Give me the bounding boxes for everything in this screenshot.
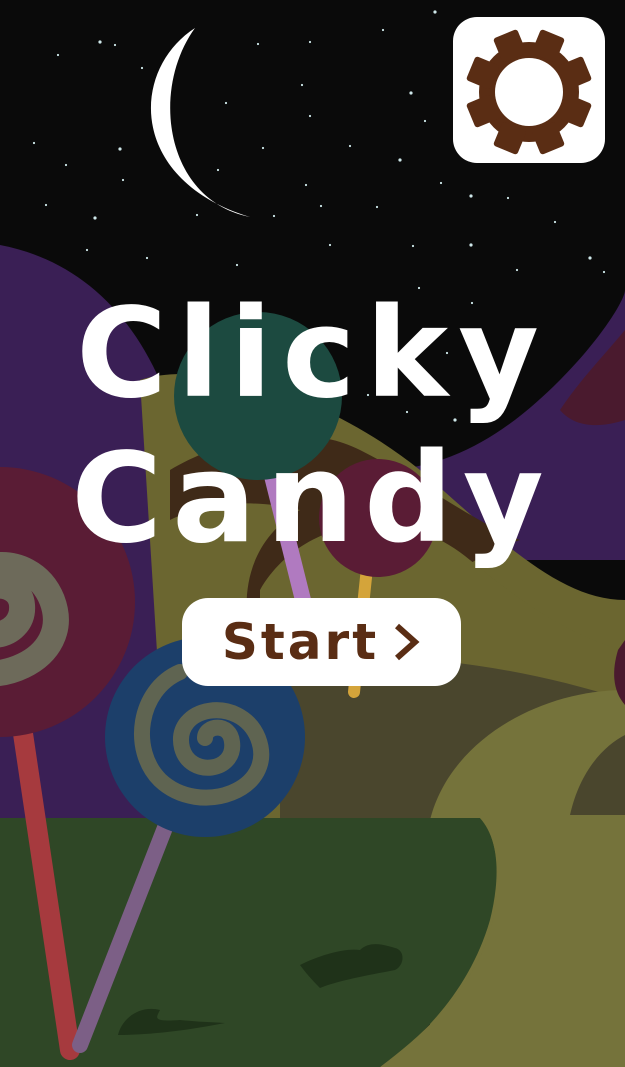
start-button[interactable]: Start [182,598,461,686]
star [423,119,427,123]
star [308,114,312,118]
star [256,42,260,46]
star [145,256,149,260]
star [32,141,36,145]
star [308,40,312,44]
star [602,270,606,274]
star [411,244,415,248]
star [375,205,379,209]
star [140,66,144,70]
star [56,53,60,57]
game-title-line-2: Candy [71,427,554,571]
game-title-line-1: Clicky [76,282,549,426]
star [381,28,385,32]
game-start-screen: Clicky Candy Start [0,0,625,1067]
star [121,178,125,182]
star [304,183,308,187]
star [64,163,68,167]
star [398,158,402,162]
star [409,91,413,95]
star [93,216,97,220]
star [469,243,473,247]
star [113,43,117,47]
star [261,146,265,150]
settings-button[interactable] [453,17,605,163]
star [348,144,352,148]
star [85,248,89,252]
star [506,196,510,200]
star [235,263,239,267]
star [44,203,48,207]
gear-icon [466,29,592,155]
star [195,213,199,217]
star [433,10,437,14]
star [300,83,304,87]
star [118,147,122,151]
star [439,181,443,185]
star [469,194,473,198]
star [588,256,592,260]
star [224,101,228,105]
star [553,220,557,224]
start-button-label: Start [221,613,380,671]
star [319,204,323,208]
star [98,40,102,44]
star [272,214,276,218]
star [216,168,220,172]
chevron-right-icon [395,623,420,661]
star [515,268,519,272]
star [328,243,332,247]
